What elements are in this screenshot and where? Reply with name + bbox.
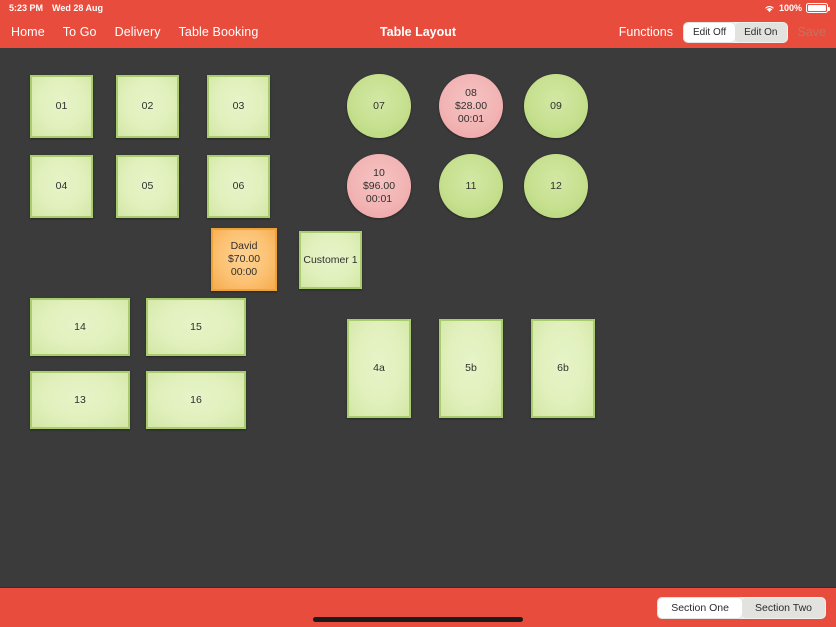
nav-item-table-booking[interactable]: Table Booking — [179, 25, 259, 39]
table-label: 15 — [190, 321, 202, 334]
wifi-icon — [764, 4, 775, 13]
nav-bar-left: Home To Go Delivery Table Booking — [0, 25, 258, 39]
table-label: 13 — [74, 394, 86, 407]
battery-icon — [806, 3, 830, 13]
table-name-text: 01 — [55, 100, 68, 112]
status-bar-left: 5:23 PM Wed 28 Aug — [0, 3, 103, 13]
table-label: 11 — [466, 180, 477, 193]
table-name-text: 04 — [55, 180, 68, 192]
table-name-text: 06 — [232, 180, 245, 192]
table-5b[interactable]: 5b — [439, 319, 503, 418]
table-label: 12 — [550, 180, 562, 193]
table-04[interactable]: 04 — [30, 155, 93, 218]
table-label: 04 — [56, 180, 68, 193]
bottom-bar: Section One Section Two — [0, 587, 836, 627]
table-label: 6b — [557, 362, 569, 375]
table-name-text: 6b — [557, 362, 569, 374]
table-07[interactable]: 07 — [347, 74, 411, 138]
section-segmented-control[interactable]: Section One Section Two — [657, 596, 826, 619]
table-4a[interactable]: 4a — [347, 319, 411, 418]
table-amount-text: $96.00 — [362, 179, 396, 192]
table-label: 16 — [190, 394, 202, 407]
table-06[interactable]: 06 — [207, 155, 270, 218]
table-name-text: 15 — [190, 320, 202, 333]
home-indicator — [313, 617, 523, 622]
table-name-text: David — [230, 240, 258, 252]
table-name-text: 16 — [190, 393, 202, 406]
section-two-segment[interactable]: Section Two — [741, 597, 825, 618]
table-label: 4a — [373, 362, 385, 375]
table-david[interactable]: David $70.00 00:00 — [211, 228, 277, 291]
table-timer-text: 00:00 — [230, 266, 258, 278]
table-name-text: 08 — [465, 86, 477, 99]
table-name-text: 14 — [74, 320, 86, 333]
table-customer-1[interactable]: Customer 1 — [299, 231, 362, 289]
status-bar: 5:23 PM Wed 28 Aug 100% — [0, 0, 836, 16]
table-name-text: 10 — [373, 166, 385, 179]
section-one-segment[interactable]: Section One — [658, 597, 742, 618]
table-label: 09 — [550, 100, 562, 113]
table-name-text: Customer 1 — [303, 253, 358, 266]
table-name-text: 02 — [141, 100, 154, 112]
status-bar-right: 100% — [764, 3, 836, 13]
table-10[interactable]: 10 $96.00 00:01 — [347, 154, 411, 218]
table-14[interactable]: 14 — [30, 298, 130, 356]
table-01[interactable]: 01 — [30, 75, 93, 138]
table-label: Customer 1 — [303, 254, 357, 267]
table-timer-text: 00:01 — [457, 112, 485, 125]
nav-item-delivery[interactable]: Delivery — [115, 25, 161, 39]
table-name-text: 4a — [373, 362, 385, 374]
table-12[interactable]: 12 — [524, 154, 588, 218]
table-05[interactable]: 05 — [116, 155, 179, 218]
edit-on-segment[interactable]: Edit On — [735, 22, 787, 42]
table-label: 03 — [233, 100, 245, 113]
table-03[interactable]: 03 — [207, 75, 270, 138]
status-time: 5:23 PM — [9, 3, 44, 13]
table-16[interactable]: 16 — [146, 371, 246, 429]
table-layout-canvas[interactable]: 01 02 03 04 05 06 07 08 $28.00 00:01 09 10 $96.00 00:… — [0, 48, 836, 587]
table-timer-text: 00:01 — [365, 192, 393, 205]
bottom-bar-right: Section One Section Two — [657, 596, 836, 619]
table-08[interactable]: 08 $28.00 00:01 — [439, 74, 503, 138]
edit-mode-segmented-control[interactable]: Edit Off Edit On — [682, 21, 788, 43]
table-label: 06 — [233, 180, 245, 193]
table-amount-text: $28.00 — [454, 99, 488, 112]
table-name-text: 12 — [550, 179, 562, 192]
nav-item-home[interactable]: Home — [11, 25, 45, 39]
table-label: 08 $28.00 00:01 — [455, 87, 487, 126]
nav-item-to-go[interactable]: To Go — [63, 25, 97, 39]
table-name-text: 07 — [373, 99, 385, 112]
table-13[interactable]: 13 — [30, 371, 130, 429]
table-name-text: 05 — [141, 180, 154, 192]
table-name-text: 13 — [74, 393, 86, 406]
table-name-text: 5b — [465, 362, 477, 374]
table-11[interactable]: 11 — [439, 154, 503, 218]
table-name-text: 11 — [465, 179, 477, 192]
status-date: Wed 28 Aug — [52, 3, 104, 13]
table-label: 05 — [142, 180, 154, 193]
table-label: 01 — [56, 100, 68, 113]
table-label: 07 — [373, 100, 385, 113]
table-label: David $70.00 00:00 — [228, 240, 260, 279]
battery-percent-label: 100% — [778, 3, 802, 13]
table-name-text: 09 — [550, 99, 562, 112]
functions-button[interactable]: Functions — [619, 25, 673, 39]
edit-off-segment[interactable]: Edit Off — [683, 22, 736, 42]
table-15[interactable]: 15 — [146, 298, 246, 356]
table-02[interactable]: 02 — [116, 75, 179, 138]
table-09[interactable]: 09 — [524, 74, 588, 138]
table-label: 14 — [74, 321, 86, 334]
table-amount-text: $70.00 — [227, 253, 261, 265]
table-name-text: 03 — [232, 100, 245, 112]
table-label: 02 — [142, 100, 154, 113]
table-6b[interactable]: 6b — [531, 319, 595, 418]
nav-bar-right: Functions Edit Off Edit On Save — [619, 21, 836, 43]
table-label: 5b — [465, 362, 477, 375]
table-label: 10 $96.00 00:01 — [363, 167, 395, 206]
battery-fill — [808, 5, 826, 11]
table-layout-screen: 5:23 PM Wed 28 Aug 100% Home To Go Deliv… — [0, 0, 836, 627]
save-button: Save — [797, 25, 827, 39]
nav-bar: Home To Go Delivery Table Booking Table … — [0, 16, 836, 48]
